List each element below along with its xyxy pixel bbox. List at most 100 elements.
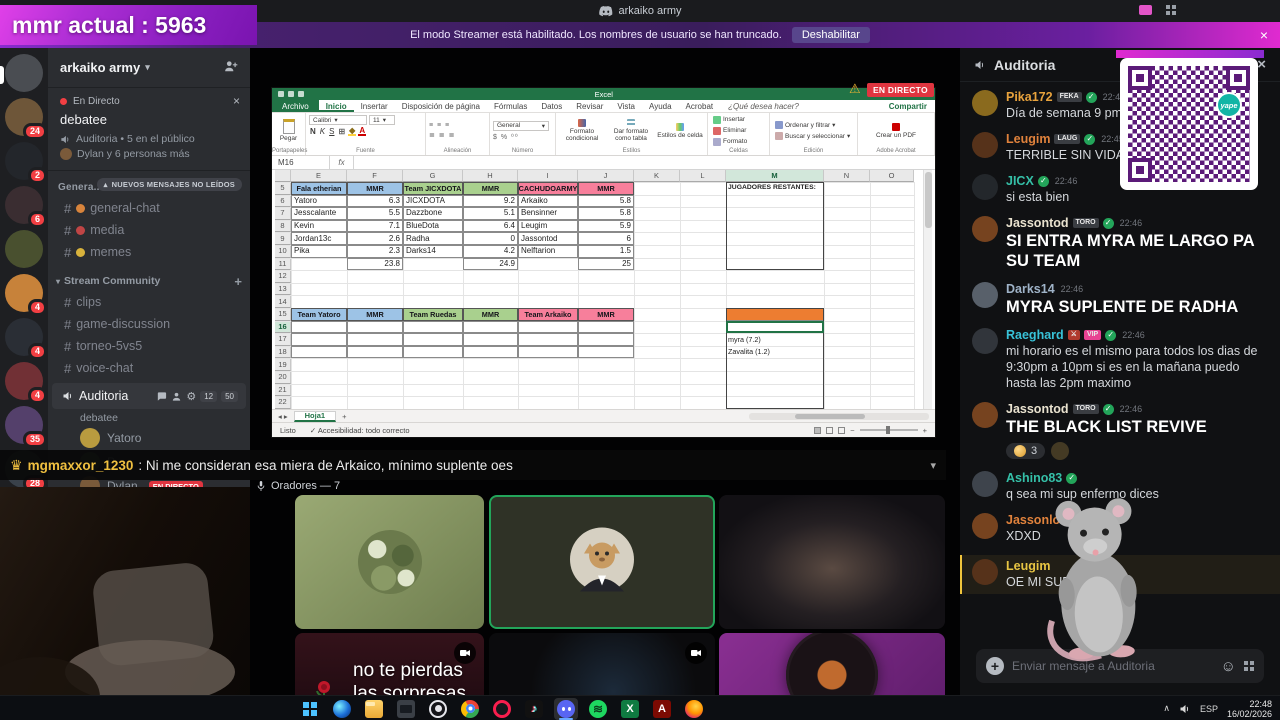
row-header-5[interactable]: 5 [275, 182, 291, 195]
apps-grid-icon[interactable] [1166, 5, 1176, 15]
font-size-dropdown[interactable]: 11 ▾ [369, 115, 395, 125]
align-bottom-icons[interactable]: ≣ ≣ ≣ [429, 131, 456, 139]
column-header-F[interactable]: F [347, 170, 403, 182]
row-header-13[interactable]: 13 [275, 282, 291, 296]
chat-username[interactable]: Jassontod [1006, 402, 1069, 416]
spreadsheet-cell-E6[interactable]: Yatoro [291, 194, 347, 208]
close-icon[interactable]: × [1260, 28, 1268, 42]
spreadsheet-cell-H10[interactable]: 4.2 [463, 245, 518, 258]
channel-item-memes[interactable]: # memes [48, 241, 250, 263]
server-icon[interactable]: 2 [0, 142, 48, 186]
taskbar-icon-chrome[interactable] [458, 698, 482, 720]
chat-username[interactable]: Jassontod [1006, 216, 1069, 230]
row-header-17[interactable]: 17 [275, 333, 291, 346]
spreadsheet-cell-G7[interactable]: Dazzbone [403, 207, 463, 220]
spreadsheet-cell[interactable] [291, 333, 347, 346]
spreadsheet-cell-G8[interactable]: BlueDota [403, 219, 463, 233]
vertical-scrollbar[interactable] [923, 170, 932, 409]
spreadsheet-cell[interactable] [347, 333, 403, 346]
camera-icon[interactable] [685, 642, 707, 664]
spreadsheet-cell-F5[interactable]: MMR [347, 182, 403, 195]
spreadsheet-cell-J10[interactable]: 1.5 [578, 245, 634, 258]
spreadsheet-cell-F7[interactable]: 5.5 [347, 207, 403, 220]
spreadsheet-cell[interactable] [463, 345, 518, 359]
conditional-format-button[interactable]: Formato condicional [559, 115, 605, 146]
excel-window[interactable]: Excel — ▢ × ArchivoInicioInsertarDisposi… [272, 88, 935, 437]
category-stream-community[interactable]: ▾ Stream Community + [48, 271, 250, 291]
channel-item-clips[interactable]: # clips [48, 291, 250, 313]
insert-cells-button[interactable]: Insertar [711, 115, 749, 125]
column-header-L[interactable]: L [680, 170, 726, 182]
spreadsheet-cell-F9[interactable]: 2.6 [347, 232, 403, 245]
message-reaction[interactable]: 3 [1006, 443, 1046, 459]
participant-video-tile-speaking[interactable] [489, 495, 715, 629]
channel-item-media[interactable]: # media [48, 219, 250, 241]
channel-item-general-chat[interactable]: # general-chat [48, 197, 250, 219]
row-header-22[interactable]: 22 [275, 396, 291, 409]
ribbon-tab-Ayuda[interactable]: Ayuda [642, 100, 679, 112]
spreadsheet-cell[interactable] [518, 345, 578, 359]
cast-icon[interactable] [1139, 5, 1152, 15]
number-format-dropdown[interactable]: General ▾ [493, 120, 549, 131]
server-icon[interactable] [0, 54, 48, 98]
spreadsheet-cell-J8[interactable]: 5.9 [578, 219, 634, 233]
spreadsheet-cell-F11[interactable]: 23.8 [347, 257, 403, 271]
row-header-11[interactable]: 11 [275, 257, 291, 271]
add-channel-icon[interactable]: + [234, 274, 242, 289]
server-icon[interactable]: 24 [0, 98, 48, 142]
participant-video-tile[interactable] [295, 495, 484, 629]
column-header-G[interactable]: G [403, 170, 463, 182]
spreadsheet-cell-F6[interactable]: 6.3 [347, 194, 403, 208]
disable-streamer-mode-button[interactable]: Deshabilitar [791, 27, 870, 43]
column-header-E[interactable]: E [291, 170, 347, 182]
ribbon-tab-Insertar[interactable]: Insertar [354, 100, 395, 112]
paste-button[interactable]: Pegar [275, 115, 302, 146]
ribbon-tab-Acrobat[interactable]: Acrobat [679, 100, 721, 112]
chat-username[interactable]: Darks14 [1006, 282, 1055, 296]
close-icon[interactable]: × [1257, 56, 1266, 73]
ribbon-tab-Revisar[interactable]: Revisar [569, 100, 610, 112]
server-icon[interactable]: 4 [0, 274, 48, 318]
live-event-card[interactable]: En Directo × debatee Auditoria • 5 en el… [48, 88, 250, 171]
row-header-12[interactable]: 12 [275, 270, 291, 283]
add-sheet-icon[interactable]: + [342, 412, 346, 421]
spreadsheet-cell-H7[interactable]: 5.1 [463, 207, 518, 220]
category-general[interactable]: Genera... ▴ NUEVOS MENSAJES NO LEÍDOS [48, 177, 250, 197]
column-header-I[interactable]: I [518, 170, 578, 182]
spreadsheet-cell[interactable] [463, 333, 518, 346]
taskbar-icon-excel[interactable]: X [618, 698, 642, 720]
spreadsheet-cell[interactable] [463, 320, 518, 334]
spreadsheet-cell-E7[interactable]: Jesscalante [291, 207, 347, 220]
spreadsheet-cell-I8[interactable]: Leugim [518, 219, 578, 233]
taskbar-clock[interactable]: 22:48 16/02/2026 [1227, 699, 1272, 719]
row-header-18[interactable]: 18 [275, 345, 291, 359]
row-header-8[interactable]: 8 [275, 219, 291, 233]
column-header-M[interactable]: M [726, 170, 824, 182]
chevron-down-icon[interactable]: ▾ [930, 459, 936, 472]
sheet-nav-icons[interactable]: ◂ ▸ [278, 412, 288, 421]
italic-button[interactable]: K [319, 127, 326, 136]
spreadsheet-cell-G5[interactable]: Team JICXDOTA [403, 182, 463, 195]
chat-username[interactable]: Pika172 [1006, 90, 1053, 104]
unread-messages-pill[interactable]: ▴ NUEVOS MENSAJES NO LEÍDOS [96, 178, 242, 191]
spreadsheet-cell-I7[interactable]: Bensinner [518, 207, 578, 220]
server-icon[interactable]: 6 [0, 186, 48, 230]
find-select-button[interactable]: Buscar y seleccionar ▾ [773, 131, 852, 141]
emoji-icon[interactable]: ☺ [1221, 659, 1236, 674]
borders-button[interactable]: ⊞ [337, 127, 346, 136]
spreadsheet-cell-H5[interactable]: MMR [463, 182, 518, 195]
zoom-controls[interactable]: − + [814, 426, 927, 435]
align-top-icons[interactable]: ≡ ≡ ≡ [429, 122, 456, 129]
number-format-icons[interactable]: $ % ⁰⁰ [493, 133, 549, 141]
spreadsheet-cell-E15[interactable]: Team Yatoro [291, 308, 347, 321]
underline-button[interactable]: S [328, 127, 335, 136]
format-as-table-button[interactable]: Dar formato como tabla [608, 115, 654, 146]
spreadsheet-cell-E10[interactable]: Pika [291, 245, 347, 258]
taskbar-icon-system[interactable] [394, 698, 418, 720]
spreadsheet-cell[interactable] [578, 345, 634, 359]
taskbar-icon-firefox[interactable] [682, 698, 706, 720]
taskbar-icon-windows-start[interactable] [298, 698, 322, 720]
spreadsheet-cell[interactable] [403, 320, 463, 334]
spreadsheet-cell-H15[interactable]: MMR [463, 308, 518, 321]
sheet-tab[interactable]: Hoja1 [293, 410, 337, 422]
